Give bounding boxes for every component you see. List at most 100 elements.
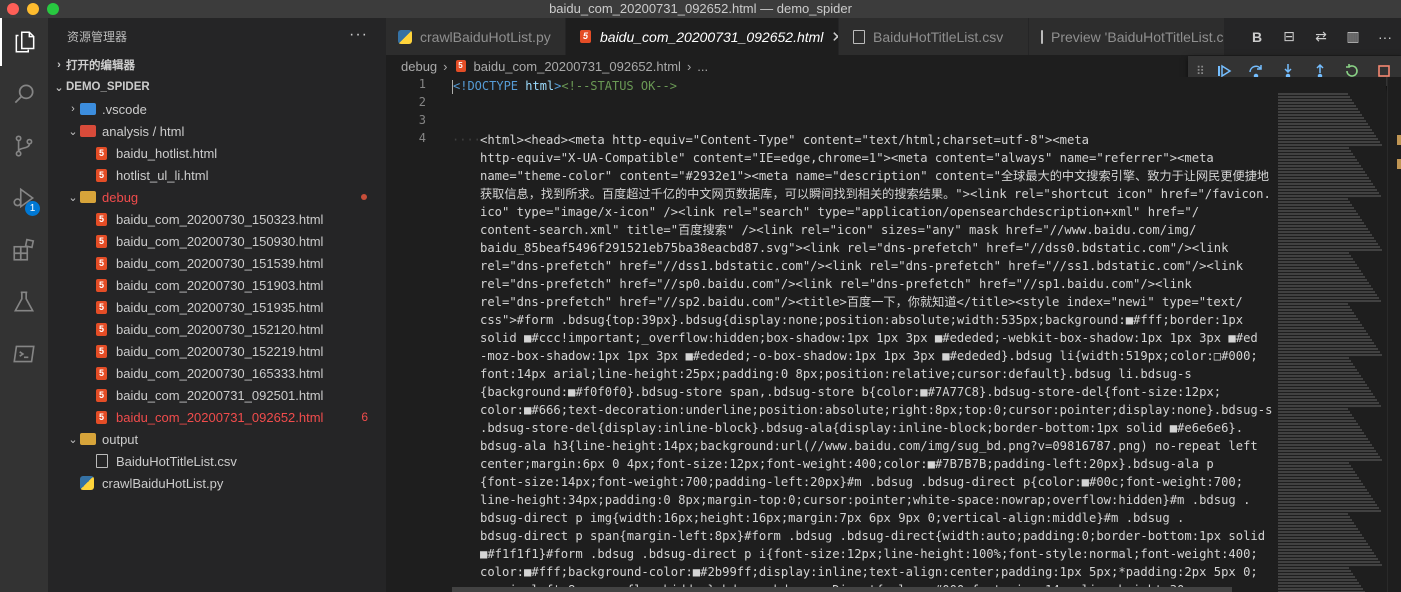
minimap-line (1278, 186, 1375, 188)
code-editor[interactable]: 1 2 3 4 <!DOCTYPE html><!--STATUS OK--> … (386, 77, 1276, 592)
minimap-line (1278, 264, 1357, 266)
tree-file[interactable]: 5 baidu_com_20200730_152219.html (48, 340, 386, 362)
search-icon[interactable] (0, 70, 48, 118)
tree-file[interactable]: BaiduHotTitleList.csv (48, 450, 386, 472)
minimap-line (1278, 285, 1371, 287)
minimap-line (1278, 588, 1363, 590)
minimap-line (1278, 555, 1376, 557)
extensions-icon[interactable] (0, 226, 48, 274)
wrapped-code-segment: ico" type="image/x-icon" /><link rel="se… (480, 205, 1200, 219)
bold-toggle-button[interactable]: B (1241, 29, 1273, 45)
wrapped-code-segment: rel="dns-prefetch" href="//sp0.baidu.com… (480, 277, 1192, 291)
minimap-line (1278, 300, 1381, 302)
minimap[interactable] (1276, 77, 1386, 592)
open-preview-button[interactable]: ⊟ (1273, 28, 1305, 45)
minimap-line (1278, 396, 1375, 398)
chevron-down-icon: ⌄ (68, 125, 78, 138)
minimap-line (1278, 273, 1363, 275)
minimap-line (1278, 258, 1353, 260)
tree-folder[interactable]: ⌄ output (48, 428, 386, 450)
testing-icon[interactable] (0, 278, 48, 326)
minimap-line (1278, 546, 1370, 548)
tree-file[interactable]: 5 baidu_hotlist.html (48, 142, 386, 164)
compare-button[interactable]: ⇄ (1305, 28, 1337, 45)
minimap-line (1278, 99, 1352, 101)
tree-file[interactable]: 5 baidu_com_20200730_151903.html (48, 274, 386, 296)
code-area[interactable]: <!DOCTYPE html><!--STATUS OK--> ···· <ht… (452, 77, 1272, 592)
tab-actions: B ⊟ ⇄ ▥ ··· (1241, 18, 1401, 55)
wrapped-code-segment: line-height:34px;padding:0 8px;margin-to… (480, 493, 1251, 507)
wrapped-code-segment: <html><head><meta http-equiv="Content-Ty… (480, 133, 1090, 147)
minimap-line (1278, 120, 1366, 122)
breadcrumb-file[interactable]: baidu_com_20200731_092652.html (474, 59, 681, 74)
tab-crawl-py[interactable]: crawlBaiduHotList.py (386, 18, 566, 55)
minimap-line (1278, 441, 1370, 443)
html-file-icon: 5 (96, 366, 107, 380)
minimap-line (1278, 240, 1376, 242)
more-actions-icon[interactable]: ··· (349, 26, 368, 44)
open-editors-section[interactable]: › 打开的编辑器 (48, 54, 386, 76)
tree-folder[interactable]: ⌄ analysis / html (48, 120, 386, 142)
minimap-line (1278, 276, 1365, 278)
modified-dot-icon (361, 194, 367, 200)
minimap-line (1278, 519, 1352, 521)
minimap-line (1278, 216, 1360, 218)
minimap-line (1278, 504, 1377, 506)
minimap-line (1278, 297, 1379, 299)
tree-folder[interactable]: › .vscode (48, 98, 386, 120)
minimap-line (1278, 93, 1348, 95)
tree-file[interactable]: 5 baidu_com_20200731_092501.html (48, 384, 386, 406)
breadcrumb-folder[interactable]: debug (401, 59, 437, 74)
tab-baidu-html[interactable]: 5 baidu_com_20200731_092652.html ✕ (566, 18, 839, 55)
tree-file[interactable]: 5 hotlist_ul_li.html (48, 164, 386, 186)
tree-file[interactable]: 5 baidu_com_20200730_150930.html (48, 230, 386, 252)
line-gutter: 1 2 3 4 (386, 77, 452, 592)
wrapped-code-segment: center;margin:6px 0 4px;font-size:12px;f… (480, 457, 1214, 471)
minimap-line (1278, 516, 1350, 518)
project-section[interactable]: ⌄ DEMO_SPIDER (48, 76, 386, 98)
more-tab-actions-button[interactable]: ··· (1369, 29, 1401, 45)
vertical-scrollbar[interactable] (1387, 77, 1401, 592)
line-number: 2 (418, 95, 426, 109)
tree-file[interactable]: 5 baidu_com_20200730_152120.html (48, 318, 386, 340)
minimap-line (1278, 573, 1353, 575)
tree-item-label: baidu_com_20200730_151903.html (116, 277, 324, 293)
minimap-line (1278, 150, 1351, 152)
minimap-line (1278, 390, 1371, 392)
minimap-line (1278, 549, 1372, 551)
source-control-icon[interactable] (0, 122, 48, 170)
tab-preview-csv[interactable]: Preview 'BaiduHotTitleList.csv' (1029, 18, 1225, 55)
minimap-line (1278, 552, 1374, 554)
explorer-header: 资源管理器 ··· (48, 18, 386, 54)
minimap-line (1278, 147, 1349, 149)
tree-folder[interactable]: ⌄ debug (48, 186, 386, 208)
breadcrumb-more[interactable]: ... (697, 59, 708, 74)
horizontal-scrollbar[interactable] (452, 587, 1232, 592)
wrapped-code-segment: bdsug-direct p img{width:16px;height:16p… (480, 511, 1185, 525)
minimap-line (1278, 105, 1356, 107)
wrapped-code-segment: http-equiv="X-UA-Compatible" content="IE… (480, 151, 1214, 165)
tree-file[interactable]: crawlBaiduHotList.py (48, 472, 386, 494)
tab-csv[interactable]: BaiduHotTitleList.csv (839, 18, 1029, 55)
html-file-icon: 5 (96, 278, 107, 292)
split-editor-button[interactable]: ▥ (1337, 28, 1369, 45)
minimap-line (1278, 225, 1366, 227)
tree-file[interactable]: 5 baidu_com_20200730_151539.html (48, 252, 386, 274)
remote-explorer-icon[interactable] (0, 330, 48, 378)
explorer-icon[interactable] (0, 18, 48, 66)
tree-item-label: baidu_com_20200730_151539.html (116, 255, 324, 271)
tree-file[interactable]: 5 baidu_com_20200730_165333.html (48, 362, 386, 384)
run-debug-icon[interactable]: 1 (0, 174, 48, 222)
tree-file[interactable]: 5 baidu_com_20200730_151935.html (48, 296, 386, 318)
tree-file[interactable]: 5 baidu_com_20200730_150323.html (48, 208, 386, 230)
tree-item-label: hotlist_ul_li.html (116, 167, 209, 183)
tree-file[interactable]: 5 baidu_com_20200731_092652.html 6 (48, 406, 386, 428)
tree-item-label: baidu_com_20200730_152120.html (116, 321, 324, 337)
minimap-line (1278, 432, 1364, 434)
minimap-line (1278, 483, 1363, 485)
html-file-icon: 5 (96, 388, 107, 402)
drag-handle-icon[interactable]: ⠿ (1196, 64, 1208, 78)
minimap-line (1278, 132, 1374, 134)
close-tab-icon[interactable]: ✕ (831, 28, 838, 46)
minimap-line (1278, 231, 1370, 233)
